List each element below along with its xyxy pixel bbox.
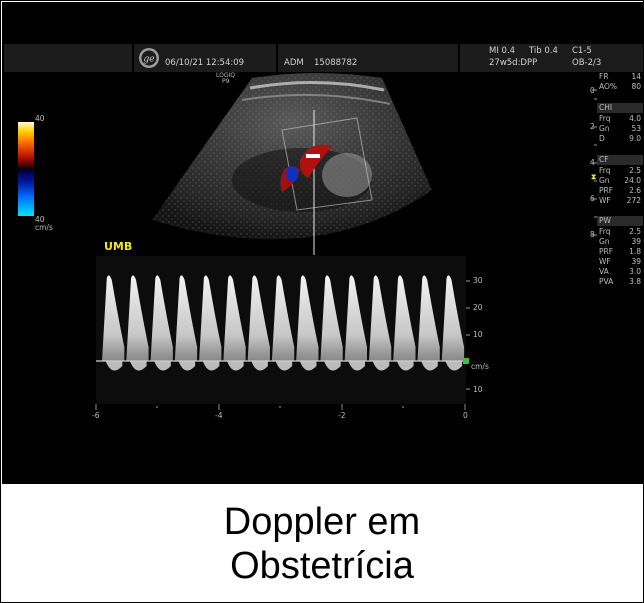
header-bar-patient (278, 44, 458, 72)
doppler-spectrum (95, 256, 470, 410)
time-tick-neg2: -2 (338, 411, 346, 420)
focus-marker-icon: ⧗ (591, 172, 597, 181)
header-gestational-age: 27w5d:DPP (489, 58, 538, 68)
velocity-unit: cm/s (471, 362, 489, 371)
cf-frq-row: Frq 2.5 (599, 166, 641, 175)
cf-wf-row: WF 272 (599, 196, 641, 205)
header-probe: C1-5 (572, 46, 592, 56)
time-tick-neg6: -6 (92, 411, 100, 420)
cf-prf-row: PRF 2.6 (599, 186, 641, 195)
header-tib: Tib 0.4 (529, 46, 558, 56)
pw-title: PW (599, 216, 611, 225)
pw-wf-row: WF 39 (599, 257, 641, 266)
svg-text:ge: ge (143, 55, 154, 65)
pw-prf-row: PRF 1.8 (599, 247, 641, 256)
time-tick-neg4: -4 (215, 411, 223, 420)
caption-line-1: Doppler em (223, 500, 421, 543)
depth-mark-6: 6 (590, 194, 595, 203)
header-patient-id: 15088782 (314, 58, 358, 68)
time-tick-0: 0 (463, 411, 468, 420)
ultrasound-screen: ge 06/10/21 12:54:09 ADM 15088782 MI 0.4… (2, 2, 643, 484)
chi-gn-row: Gn 53 (599, 124, 641, 133)
color-scale-unit: cm/s (35, 223, 53, 232)
depth-mark-4: 4 (590, 158, 595, 167)
header-preset: OB-2/3 (572, 58, 602, 68)
bmode-sector-image (152, 73, 432, 255)
header-operator: ADM (284, 58, 304, 68)
caption-line-2: Obstetrícia (230, 544, 414, 587)
depth-mark-2: 2 (590, 122, 595, 131)
side-ao-row: AO% 80 (599, 82, 641, 91)
velocity-tick-20: 20 (473, 303, 483, 312)
cf-title: CF (599, 155, 609, 164)
cf-gn-row: Gn 24.0 (599, 176, 641, 185)
pw-gn-row: Gn 39 (599, 237, 641, 246)
chi-d-row: D 9.0 (599, 134, 641, 143)
header-bar-left (4, 44, 132, 72)
ge-logo-icon: ge (139, 48, 159, 68)
velocity-tick-30: 30 (473, 276, 483, 285)
depth-mark-8: 8 (590, 230, 595, 239)
depth-mark-0: 0 (590, 86, 595, 95)
image-frame: ge 06/10/21 12:54:09 ADM 15088782 MI 0.4… (0, 0, 644, 603)
velocity-tick-neg10: 10 (473, 385, 483, 394)
velocity-tick-10: 10 (473, 330, 483, 339)
pw-va-row: VA 3.0 (599, 267, 641, 276)
color-velocity-scale (18, 122, 34, 216)
side-fr-row: FR 14 (599, 72, 641, 81)
caption-area: Doppler em Obstetrícia (1, 485, 643, 602)
baseline-marker (463, 358, 469, 364)
pw-pva-row: PVA 3.8 (599, 277, 641, 286)
color-scale-top: 40 (35, 114, 45, 123)
chi-frq-row: Frq 4.0 (599, 114, 641, 123)
pw-frq-row: Frq 2.5 (599, 227, 641, 236)
header-datetime: 06/10/21 12:54:09 (165, 58, 245, 68)
header-mi: MI 0.4 (489, 46, 516, 56)
chi-title: CHI (599, 103, 613, 112)
